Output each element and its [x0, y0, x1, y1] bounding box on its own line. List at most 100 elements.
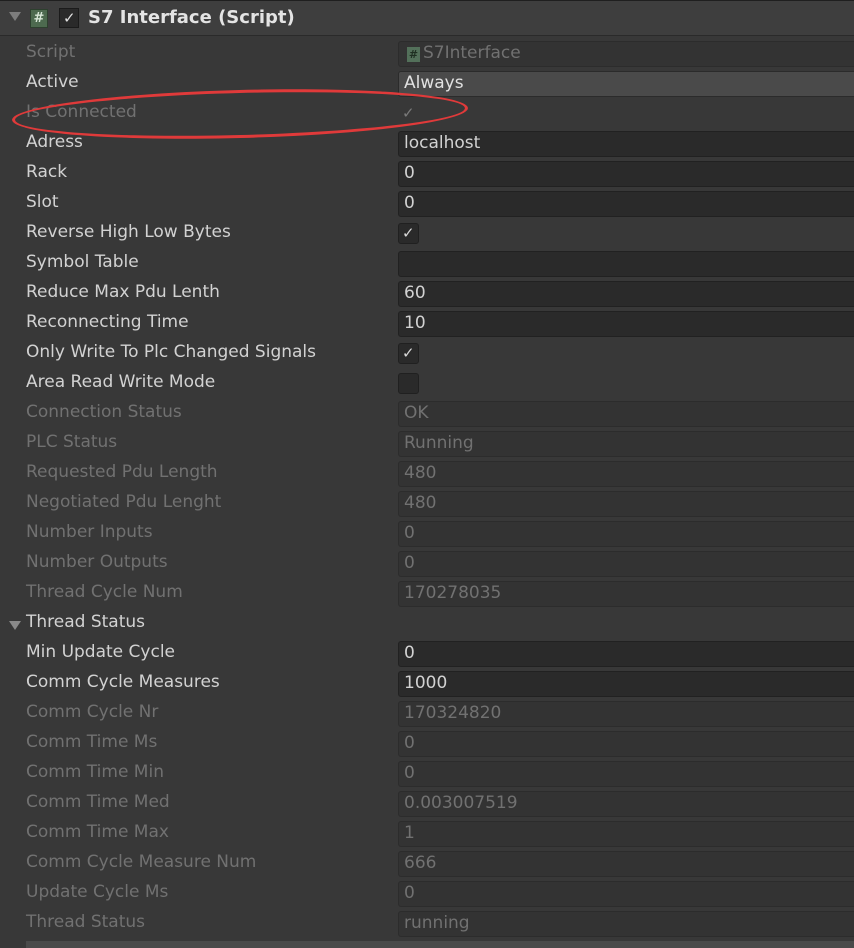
comm-cycle-nr-field: 170324820	[398, 701, 854, 727]
rack-field[interactable]: 0	[398, 161, 854, 187]
field-value: 0	[404, 763, 415, 783]
min-update-cycle-field[interactable]: 0	[398, 641, 854, 667]
property-label: Negotiated Pdu Lenght	[26, 492, 222, 512]
component-title: S7 Interface (Script)	[88, 7, 295, 28]
component-enabled-checkbox[interactable]: ✓	[59, 8, 79, 28]
property-row-requested-pdu-length: Requested Pdu Length 480	[0, 459, 854, 489]
property-row-symbol-table: Symbol Table	[0, 249, 854, 279]
property-label: Number Outputs	[26, 552, 168, 572]
property-label: Thread Status	[26, 612, 146, 632]
comm-time-max-field: 1	[398, 821, 854, 847]
property-row-comm-cycle-measures: Comm Cycle Measures 1000	[0, 669, 854, 699]
property-label: Comm Time Ms	[26, 732, 158, 752]
property-row-thread-status: Thread Status running	[0, 909, 854, 939]
property-row-number-inputs: Number Inputs 0	[0, 519, 854, 549]
property-row-connection-status: Connection Status OK	[0, 399, 854, 429]
only-write-to-plc-changed-signals-checkbox[interactable]: ✓	[398, 343, 419, 364]
foldout-arrow-icon[interactable]	[9, 12, 21, 21]
field-value: 0	[404, 733, 415, 753]
property-label: Reconnecting Time	[26, 312, 189, 332]
check-icon: ✓	[402, 224, 415, 242]
property-row-area-read-write-mode: Area Read Write Mode	[0, 369, 854, 399]
property-row-comm-time-ms: Comm Time Ms 0	[0, 729, 854, 759]
property-row-slot: Slot 0	[0, 189, 854, 219]
is-connected-checkbox: ✓	[398, 103, 419, 124]
comm-cycle-measures-field[interactable]: 1000	[398, 671, 854, 697]
slot-field[interactable]: 0	[398, 191, 854, 217]
field-value: 0	[404, 553, 415, 573]
property-row-reconnecting-time: Reconnecting Time 10	[0, 309, 854, 339]
property-row-negotiated-pdu-lenght: Negotiated Pdu Lenght 480	[0, 489, 854, 519]
symbol-table-field[interactable]	[398, 251, 854, 277]
property-label: PLC Status	[26, 432, 118, 452]
area-read-write-mode-checkbox[interactable]	[398, 373, 419, 394]
comm-time-min-field: 0	[398, 761, 854, 787]
script-icon: #	[407, 47, 420, 62]
property-row-number-outputs: Number Outputs 0	[0, 549, 854, 579]
negotiated-pdu-lenght-field: 480	[398, 491, 854, 517]
property-row-comm-time-med: Comm Time Med 0.003007519	[0, 789, 854, 819]
adress-field[interactable]: localhost	[398, 131, 854, 157]
field-value: 480	[404, 493, 437, 513]
field-value: Running	[404, 433, 474, 453]
property-row-is-connected: Is Connected ✓	[0, 99, 854, 129]
field-value: OK	[404, 403, 429, 423]
connection-status-field: OK	[398, 401, 854, 427]
foldout-arrow-icon[interactable]	[9, 621, 21, 630]
property-row-comm-time-min: Comm Time Min 0	[0, 759, 854, 789]
requested-pdu-length-field: 480	[398, 461, 854, 487]
field-value: Always	[404, 73, 464, 93]
field-value: localhost	[404, 133, 481, 153]
property-label: Rack	[26, 162, 68, 182]
property-label: Comm Cycle Nr	[26, 702, 159, 722]
field-value: running	[404, 913, 470, 933]
property-row-plc-status: PLC Status Running	[0, 429, 854, 459]
section-thread-status[interactable]: Thread Status	[0, 609, 854, 639]
property-row-adress: Adress localhost	[0, 129, 854, 159]
property-label: Script	[26, 42, 76, 62]
comm-time-med-field: 0.003007519	[398, 791, 854, 817]
thread-cycle-num-field: 170278035	[398, 581, 854, 607]
property-label: Adress	[26, 132, 83, 152]
field-value: 0	[404, 193, 415, 213]
property-row-script: Script # S7Interface	[0, 39, 854, 69]
property-label: Area Read Write Mode	[26, 372, 216, 392]
property-row-comm-cycle-nr: Comm Cycle Nr 170324820	[0, 699, 854, 729]
number-inputs-field: 0	[398, 521, 854, 547]
reconnecting-time-field[interactable]: 10	[398, 311, 854, 337]
field-value: 0	[404, 163, 415, 183]
field-value: 170278035	[404, 583, 502, 603]
property-row-min-update-cycle: Min Update Cycle 0	[0, 639, 854, 669]
property-label: Thread Status	[26, 912, 146, 932]
property-label: Number Inputs	[26, 522, 153, 542]
property-label: Is Connected	[26, 102, 137, 122]
property-row-only-write-to-plc-changed-signals: Only Write To Plc Changed Signals ✓	[0, 339, 854, 369]
property-row-reduce-max-pdu-lenth: Reduce Max Pdu Lenth 60	[0, 279, 854, 309]
property-label: Requested Pdu Length	[26, 462, 218, 482]
property-row-reverse-high-low-bytes: Reverse High Low Bytes ✓	[0, 219, 854, 249]
reduce-max-pdu-lenth-field[interactable]: 60	[398, 281, 854, 307]
component-header: # ✓ S7 Interface (Script)	[0, 0, 854, 36]
field-value: 170324820	[404, 703, 502, 723]
property-label: Connection Status	[26, 402, 182, 422]
property-label: Only Write To Plc Changed Signals	[26, 342, 317, 362]
bottom-field-edge	[26, 941, 854, 948]
reverse-high-low-bytes-checkbox[interactable]: ✓	[398, 223, 419, 244]
property-row-rack: Rack 0	[0, 159, 854, 189]
property-row-active: Active Always	[0, 69, 854, 99]
comm-time-ms-field: 0	[398, 731, 854, 757]
field-value: 10	[404, 313, 426, 333]
field-value: 0	[404, 643, 415, 663]
property-label: Slot	[26, 192, 59, 212]
property-label: Reverse High Low Bytes	[26, 222, 231, 242]
check-icon: ✓	[63, 9, 76, 27]
plc-status-field: Running	[398, 431, 854, 457]
update-cycle-ms-field: 0	[398, 881, 854, 907]
property-label: Symbol Table	[26, 252, 139, 272]
active-dropdown[interactable]: Always	[398, 71, 854, 97]
thread-status-field: running	[398, 911, 854, 937]
property-row-thread-cycle-num: Thread Cycle Num 170278035	[0, 579, 854, 609]
property-label: Update Cycle Ms	[26, 882, 169, 902]
field-value: 0.003007519	[404, 793, 518, 813]
field-value: 480	[404, 463, 437, 483]
